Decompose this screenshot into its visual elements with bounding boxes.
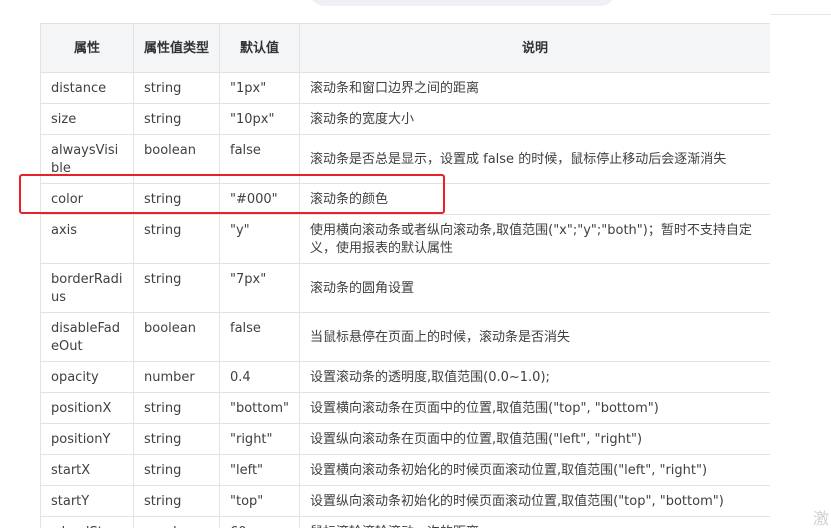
- cell-name: positionY: [40, 423, 134, 455]
- cell-default: false: [219, 312, 300, 362]
- table-row: wheelStep number 60 鼠标滚轮滚轮滚动一次的距离: [40, 516, 770, 528]
- cell-default: "bottom": [219, 392, 300, 424]
- cell-name: opacity: [40, 361, 134, 393]
- cell-desc: 鼠标滚轮滚轮滚动一次的距离: [299, 516, 770, 528]
- cell-default: "left": [219, 454, 300, 486]
- table-row: positionY string "right" 设置纵向滚动条在页面中的位置,…: [40, 423, 770, 455]
- cell-name: distance: [40, 72, 134, 104]
- cell-type: string: [133, 423, 220, 455]
- cell-type: string: [133, 103, 220, 135]
- table-row: axis string "y" 使用横向滚动条或者纵向滚动条,取值范围("x";…: [40, 214, 770, 264]
- cell-type: string: [133, 214, 220, 264]
- cell-desc: 滚动条的圆角设置: [299, 263, 770, 313]
- table-row: opacity number 0.4 设置滚动条的透明度,取值范围(0.0~1.…: [40, 361, 770, 393]
- cell-desc: 设置横向滚动条初始化的时候页面滚动位置,取值范围("left", "right"…: [299, 454, 770, 486]
- color-row-highlight-box: [19, 174, 445, 214]
- cell-name: borderRadius: [40, 263, 134, 313]
- cell-name: disableFadeOut: [40, 312, 134, 362]
- cell-default: 60: [219, 516, 300, 528]
- cell-type: number: [133, 361, 220, 393]
- cell-type: string: [133, 454, 220, 486]
- table-row: size string "10px" 滚动条的宽度大小: [40, 103, 770, 135]
- table-row: borderRadius string "7px" 滚动条的圆角设置: [40, 263, 770, 313]
- table-row: startY string "top" 设置纵向滚动条初始化的时候页面滚动位置,…: [40, 485, 770, 517]
- cell-default: "1px": [219, 72, 300, 104]
- top-divider: [770, 14, 831, 15]
- header-default: 默认值: [219, 23, 300, 73]
- cell-type: string: [133, 392, 220, 424]
- cell-desc: 当鼠标悬停在页面上的时候，滚动条是否消失: [299, 312, 770, 362]
- cell-default: "y": [219, 214, 300, 264]
- header-desc: 说明: [299, 23, 770, 73]
- cell-default: "7px": [219, 263, 300, 313]
- cell-name: startY: [40, 485, 134, 517]
- table-row: startX string "left" 设置横向滚动条初始化的时候页面滚动位置…: [40, 454, 770, 486]
- cell-desc: 滚动条和窗口边界之间的距离: [299, 72, 770, 104]
- table-row: disableFadeOut boolean false 当鼠标悬停在页面上的时…: [40, 312, 770, 362]
- properties-table-container: 属性 属性值类型 默认值 说明 distance string "1px" 滚动…: [40, 23, 770, 528]
- cell-name: wheelStep: [40, 516, 134, 528]
- cell-desc: 设置横向滚动条在页面中的位置,取值范围("top", "bottom"): [299, 392, 770, 424]
- cell-type: number: [133, 516, 220, 528]
- header-prop: 属性: [40, 23, 134, 73]
- table-header-row: 属性 属性值类型 默认值 说明: [40, 23, 770, 73]
- cell-type: string: [133, 72, 220, 104]
- cell-type: string: [133, 263, 220, 313]
- table-row: distance string "1px" 滚动条和窗口边界之间的距离: [40, 72, 770, 104]
- cell-default: "top": [219, 485, 300, 517]
- watermark-text: 激: [813, 509, 830, 528]
- cell-desc: 设置纵向滚动条在页面中的位置,取值范围("left", "right"): [299, 423, 770, 455]
- cell-name: axis: [40, 214, 134, 264]
- cell-default: 0.4: [219, 361, 300, 393]
- cell-desc: 设置纵向滚动条初始化的时候页面滚动位置,取值范围("top", "bottom"…: [299, 485, 770, 517]
- cell-name: size: [40, 103, 134, 135]
- cell-desc: 设置滚动条的透明度,取值范围(0.0~1.0);: [299, 361, 770, 393]
- cell-name: startX: [40, 454, 134, 486]
- cell-type: string: [133, 485, 220, 517]
- cell-default: "right": [219, 423, 300, 455]
- cell-default: "10px": [219, 103, 300, 135]
- header-type: 属性值类型: [133, 23, 220, 73]
- table-row: positionX string "bottom" 设置横向滚动条在页面中的位置…: [40, 392, 770, 424]
- cell-desc: 使用横向滚动条或者纵向滚动条,取值范围("x";"y";"both")；暂时不支…: [299, 214, 770, 264]
- cell-name: positionX: [40, 392, 134, 424]
- cell-type: boolean: [133, 312, 220, 362]
- properties-table: 属性 属性值类型 默认值 说明 distance string "1px" 滚动…: [40, 23, 770, 528]
- cell-desc: 滚动条的宽度大小: [299, 103, 770, 135]
- top-scroll-tab: [310, 0, 615, 6]
